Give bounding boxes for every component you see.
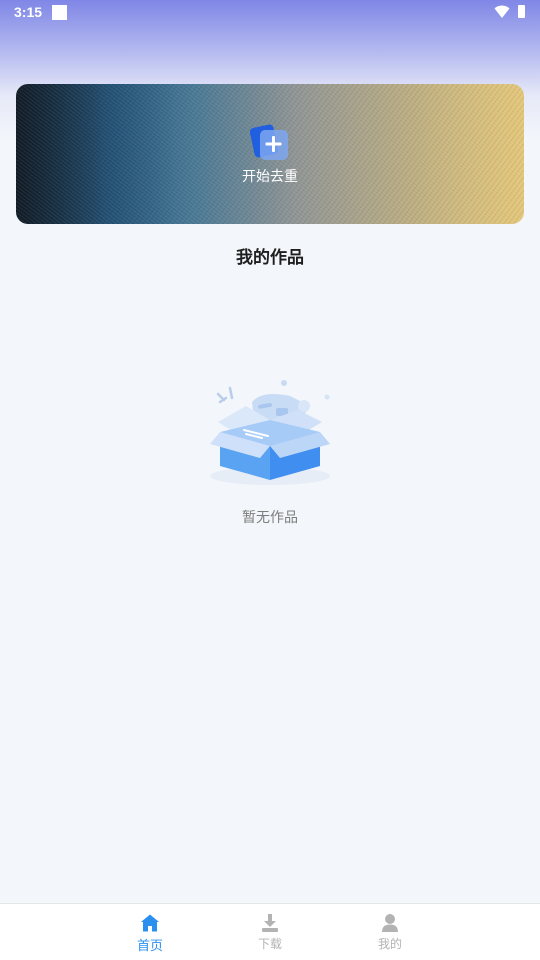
- home-screen: 3:15 开始去重 我的作品 暂无作品 首页 下载 我的: [0, 0, 540, 960]
- home-icon: [141, 914, 159, 932]
- empty-works-text: 暂无作品: [242, 510, 298, 526]
- add-video-icon[interactable]: [250, 122, 292, 164]
- notification-icon: [52, 5, 67, 20]
- empty-box-icon: [210, 380, 330, 485]
- nav-label-mine: 我的: [377, 937, 402, 951]
- battery-icon: [518, 5, 525, 18]
- download-icon: [262, 914, 278, 932]
- nav-item-download[interactable]: 下载: [230, 904, 310, 960]
- nav-label-home: 首页: [136, 939, 163, 954]
- user-icon: [382, 914, 398, 932]
- wifi-icon: [494, 5, 510, 18]
- nav-item-home[interactable]: 首页: [110, 904, 190, 960]
- start-dedup-label[interactable]: 开始去重: [200, 166, 340, 186]
- status-time: 3:15: [14, 4, 43, 20]
- bottom-nav: 首页 下载 我的: [0, 903, 540, 960]
- nav-label-download: 下载: [257, 937, 282, 951]
- my-works-title: 我的作品: [236, 248, 304, 268]
- status-bar: 3:15: [0, 0, 540, 24]
- nav-item-mine[interactable]: 我的: [350, 904, 430, 960]
